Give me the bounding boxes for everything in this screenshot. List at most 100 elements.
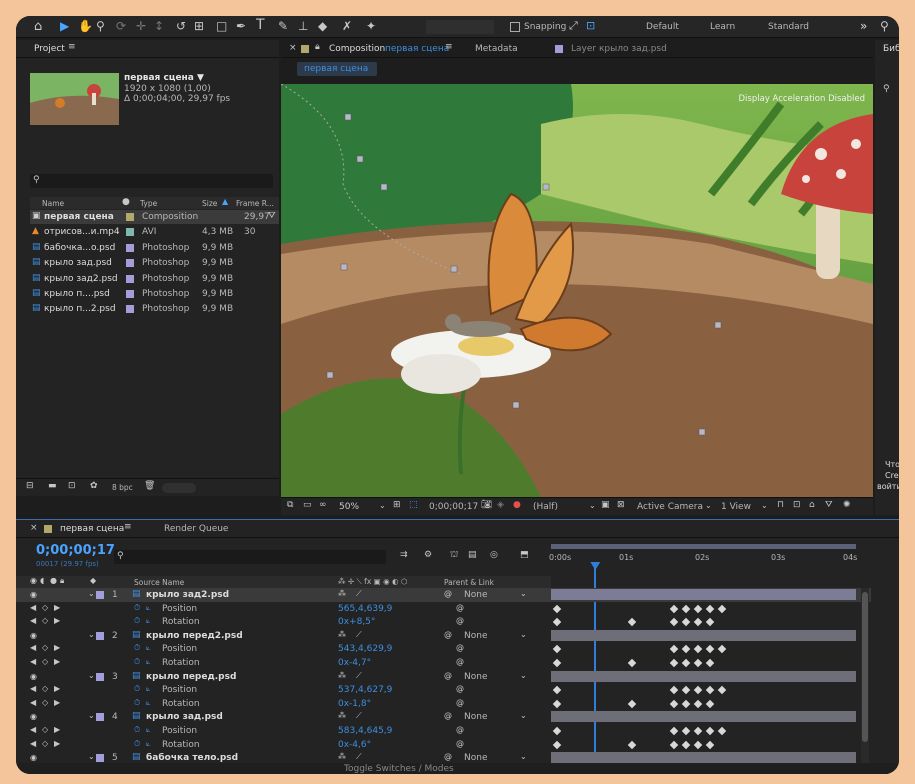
keyframe[interactable] [681, 740, 691, 749]
dolly-tool-icon[interactable]: ↕ [154, 19, 164, 33]
anchor-tool-icon[interactable]: ⊞ [194, 19, 204, 33]
prev-keyframe-icon[interactable]: ◀ [30, 643, 36, 652]
stopwatch-icon[interactable]: ⏱︎ [134, 643, 140, 653]
item-label-swatch[interactable] [126, 213, 134, 221]
quality-switch-icon[interactable]: ⟋ [356, 589, 362, 599]
camera-select[interactable]: Active Camera [637, 502, 703, 512]
expression-pickwhip-icon[interactable]: @ [456, 657, 464, 666]
eye-icon[interactable]: ◉ [30, 631, 37, 640]
library-tab[interactable]: Библ [883, 44, 899, 54]
graph-icon[interactable]: ⟀ [146, 698, 151, 708]
flowchart-icon[interactable]: ⛛ [825, 500, 833, 510]
workspace-learn[interactable]: Learn [710, 22, 735, 32]
prev-keyframe-icon[interactable]: ◀ [30, 684, 36, 693]
property-value[interactable]: 0x-4,6° [338, 740, 371, 750]
stopwatch-icon[interactable]: ⏱︎ [134, 657, 140, 667]
vr-icon[interactable]: ∞ [319, 500, 327, 510]
bit-depth-label[interactable]: 8 bpc [112, 483, 133, 492]
keyframe[interactable] [669, 645, 679, 654]
timeline-scrollbar[interactable] [861, 588, 869, 763]
next-keyframe-icon[interactable]: ▶ [54, 698, 60, 707]
stopwatch-icon[interactable]: ⏱︎ [134, 616, 140, 626]
fast-previews-icon[interactable]: ⊡ [793, 500, 801, 510]
collapse-switch-icon[interactable]: ⁂ [338, 589, 346, 598]
keyframe[interactable] [717, 645, 727, 654]
clone-stamp-icon[interactable]: ⊥ [298, 19, 308, 33]
layer-label-swatch[interactable] [96, 631, 104, 640]
col-parent-link[interactable]: Parent & Link [444, 578, 494, 587]
layer-name[interactable]: крыло перед2.psd [146, 631, 243, 641]
stopwatch-icon[interactable]: ⏱︎ [134, 725, 140, 735]
snap-grid-icon[interactable]: ⊡ [586, 19, 595, 32]
switches-column-icons[interactable]: ⁂ ✢ ⟍ fx ▣ ◉ ◐ ⬡ [338, 577, 408, 587]
prev-keyframe-icon[interactable]: ◀ [30, 603, 36, 612]
layer-row[interactable]: ◉ ⌄ 4 ▤ крыло зад.psd ⁂ ⟋ @ None ⌄ [16, 710, 871, 724]
keyframe[interactable] [693, 645, 703, 654]
keyframe[interactable] [552, 685, 562, 695]
lock-column-icon[interactable]: 🔒︎ [60, 576, 64, 586]
roto-brush-icon[interactable]: ✗ [342, 19, 352, 33]
layer-name[interactable]: крыло зад.psd [146, 712, 223, 722]
library-search-icon[interactable]: ⚲ [883, 84, 890, 94]
graph-icon[interactable]: ⟀ [146, 616, 151, 626]
expand-chevron-icon[interactable]: ⌄ [88, 630, 95, 639]
keyframe[interactable] [693, 617, 703, 627]
zoom-tool-icon[interactable]: ⚲ [96, 19, 105, 33]
project-search-input[interactable]: ⚲ [30, 174, 273, 188]
workspace-default[interactable]: Default [646, 22, 679, 32]
timeline-tab-render[interactable]: Render Queue [164, 524, 228, 534]
interpret-footage-icon[interactable]: ⊟ [26, 481, 34, 491]
puppet-pin-icon[interactable]: ✦ [366, 19, 376, 33]
safe-zones-icon[interactable]: ⊞ [393, 500, 401, 510]
camera-dropdown-icon[interactable]: ⌄ [705, 501, 712, 510]
stopwatch-icon[interactable]: ⏱︎ [134, 603, 140, 613]
keyframe[interactable] [681, 699, 691, 709]
new-composition-icon[interactable]: ⊡ [68, 481, 76, 491]
expand-chevron-icon[interactable]: ⌄ [88, 711, 95, 720]
collapse-switch-icon[interactable]: ⁂ [338, 630, 346, 639]
item-label-swatch[interactable] [126, 228, 134, 237]
stopwatch-icon[interactable]: ⏱︎ [134, 698, 140, 708]
view-dropdown-icon[interactable]: ⌄ [761, 501, 768, 510]
parent-select[interactable]: None [464, 631, 487, 641]
col-type[interactable]: Type [140, 199, 157, 208]
brush-tool-icon[interactable]: ✎ [278, 19, 288, 33]
property-value[interactable]: 0x+8,5° [338, 617, 375, 627]
mask-visibility-icon[interactable]: ⬚ [409, 500, 418, 510]
keyframe[interactable] [669, 658, 679, 668]
transparency-grid-icon[interactable]: ⊠ [617, 500, 625, 510]
parent-dropdown-icon[interactable]: ⌄ [520, 752, 527, 761]
stopwatch-icon[interactable]: ⏱︎ [134, 684, 140, 694]
layer-name[interactable]: бабочка тело.psd [146, 753, 238, 763]
next-keyframe-icon[interactable]: ▶ [54, 643, 60, 652]
channel-icon[interactable]: ● [513, 500, 521, 510]
keyframe[interactable] [681, 604, 691, 613]
expression-pickwhip-icon[interactable]: @ [456, 739, 464, 748]
quality-switch-icon[interactable]: ⟋ [356, 630, 362, 640]
keyframe[interactable] [693, 604, 703, 613]
tab-composition[interactable]: Composition [329, 44, 385, 54]
eye-icon[interactable]: ◉ [30, 753, 37, 762]
region-of-interest-icon[interactable]: ▣ [601, 500, 610, 510]
add-keyframe-icon[interactable]: ◇ [42, 725, 48, 734]
prev-keyframe-icon[interactable]: ◀ [30, 725, 36, 734]
resolution-dropdown-icon[interactable]: ⌄ [589, 501, 596, 510]
sort-ascending-icon[interactable]: ▲ [222, 197, 228, 206]
tab-metadata[interactable]: Metadata [475, 44, 518, 54]
timeline-tab-menu-icon[interactable]: ≡ [124, 522, 132, 532]
next-keyframe-icon[interactable]: ▶ [54, 725, 60, 734]
keyframe[interactable] [552, 699, 562, 709]
item-label-swatch[interactable] [126, 274, 134, 283]
project-item[interactable]: ▣ первая сцена Composition 29,97 ⛛ [30, 210, 279, 224]
keyframe[interactable] [705, 617, 715, 627]
timeline-icon[interactable]: ⌂ [809, 500, 815, 510]
layer-duration-bar[interactable] [551, 589, 856, 600]
expression-pickwhip-icon[interactable]: @ [456, 698, 464, 707]
project-item[interactable]: ▤ крыло п....psd Photoshop 9,9 MB [30, 287, 279, 301]
composition-canvas[interactable]: Display Acceleration Disabled [281, 84, 873, 497]
expression-pickwhip-icon[interactable]: @ [456, 603, 464, 612]
rectangle-tool-icon[interactable]: □ [216, 19, 227, 33]
eraser-tool-icon[interactable]: ◆ [318, 19, 327, 33]
comp-name-label[interactable]: первая сцена ▼ [124, 73, 204, 83]
project-scroll-pill[interactable] [162, 483, 196, 493]
